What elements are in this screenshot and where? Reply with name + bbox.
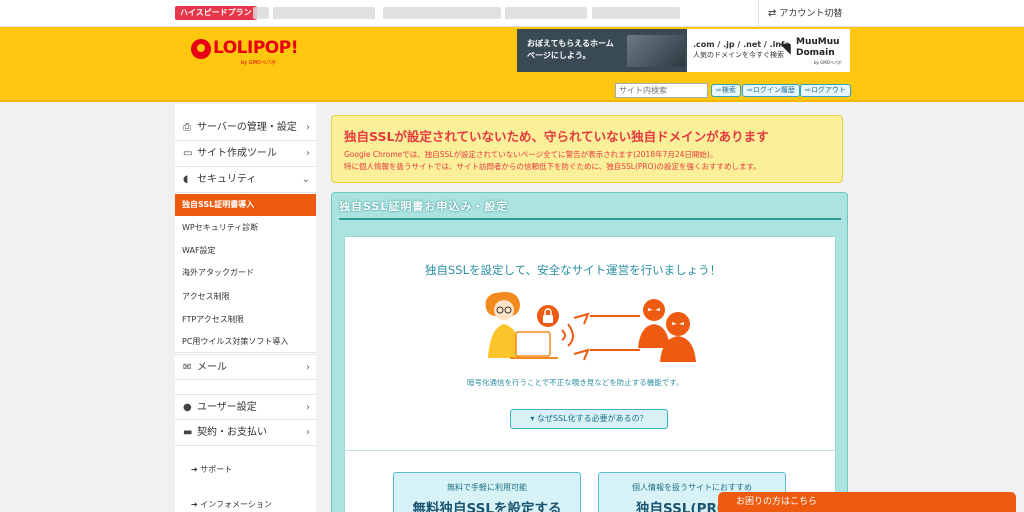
sidebar-item-security[interactable]: ◖ セキュリティ ⌄ bbox=[175, 167, 316, 193]
site-search-input[interactable] bbox=[615, 83, 708, 98]
ssl-intro-heading: 独自SSLを設定して、安全なサイト運営を行いましょう！ bbox=[425, 263, 722, 277]
logout-button[interactable]: ⇨ログアウト bbox=[800, 84, 851, 97]
account-switch-button[interactable]: ⇄ アカウント切替 bbox=[758, 0, 850, 27]
sidebar-link-support[interactable]: ➔ サポート bbox=[175, 455, 316, 485]
sidebar-item-user-settings[interactable]: ● ユーザー設定 › bbox=[175, 394, 316, 420]
masked-text bbox=[592, 7, 680, 19]
sidebar-item-billing[interactable]: ▬ 契約・お支払い › bbox=[175, 420, 316, 446]
muumuu-domain-banner[interactable]: おぼえてもらえるホームページにしよう。 .com / .jp / .net / … bbox=[517, 29, 850, 72]
help-chat-tab[interactable]: お困りの方はこちら bbox=[718, 492, 1016, 512]
sidebar-item-mail[interactable]: ✉ メール › bbox=[175, 354, 316, 380]
masked-text bbox=[273, 7, 375, 19]
sidebar-sub-ftp-limit[interactable]: FTPアクセス制限 bbox=[175, 309, 316, 331]
search-button[interactable]: ⇨検索 bbox=[711, 84, 741, 97]
login-history-button[interactable]: ⇨ログイン履歴 bbox=[742, 84, 800, 97]
chevron-right-icon: › bbox=[306, 362, 310, 373]
plan-badge: ハイスピードプラン bbox=[175, 6, 257, 20]
attackers-icon bbox=[638, 299, 696, 362]
sidebar-item-server-settings[interactable]: ⎙ サーバーの管理・設定 › bbox=[175, 115, 316, 141]
sidebar-sub-wp-security[interactable]: WPセキュリティ診断 bbox=[175, 217, 316, 239]
server-icon: ⎙ bbox=[183, 122, 191, 133]
card-icon: ▬ bbox=[183, 427, 193, 438]
sidebar-sub-attack-guard[interactable]: 海外アタックガード bbox=[175, 262, 316, 284]
site-header bbox=[0, 27, 1024, 102]
panel-divider bbox=[339, 218, 841, 220]
alert-line-2: 特に個人情報を扱うサイトでは、サイト訪問者からの信頼低下を防ぐために、独自SSL… bbox=[344, 162, 761, 171]
shield-icon: ◖ bbox=[183, 174, 189, 185]
masked-text bbox=[383, 7, 501, 19]
chevron-right-icon: › bbox=[306, 427, 310, 438]
blocked-arrows-icon bbox=[573, 312, 640, 361]
sidebar-item-site-tools[interactable]: ▭ サイト作成ツール › bbox=[175, 141, 316, 167]
lock-icon bbox=[537, 305, 559, 327]
alert-title: 独自SSLが設定されていないため、守られていない独自ドメインがあります bbox=[344, 129, 769, 144]
sidebar-sub-access-limit[interactable]: アクセス制限 bbox=[175, 286, 316, 308]
sidebar-sub-waf[interactable]: WAF設定 bbox=[175, 240, 316, 262]
panel-title: 独自SSL証明書お申込み・設定 bbox=[339, 200, 509, 213]
chevron-right-icon: › bbox=[306, 122, 310, 133]
muumuu-logo-icon: ◥ bbox=[780, 41, 791, 57]
masked-text bbox=[253, 7, 269, 19]
ssl-illustration bbox=[485, 292, 696, 362]
mail-icon: ✉ bbox=[183, 362, 192, 373]
chevron-down-icon: ⌄ bbox=[301, 174, 310, 185]
alert-line-1: Google Chromeでは、独自SSLが設定されていないページ全てに警告が表… bbox=[344, 150, 718, 159]
box-divider bbox=[344, 450, 836, 451]
top-bar: ハイスピードプラン ⇄ アカウント切替 bbox=[0, 0, 1024, 27]
sidebar-sub-antivirus[interactable]: PC用ウイルス対策ソフト導入 bbox=[175, 331, 316, 353]
chevron-right-icon: › bbox=[306, 402, 310, 413]
masked-text bbox=[505, 7, 587, 19]
arrow-right-icon: ➔ bbox=[191, 500, 201, 509]
arrow-right-icon: ➔ bbox=[191, 465, 201, 474]
swap-arrows-icon: ⇄ bbox=[768, 8, 777, 19]
why-ssl-toggle-button[interactable]: ▾ なぜSSL化する必要があるの？ bbox=[510, 409, 668, 429]
chevron-right-icon: › bbox=[306, 148, 310, 159]
sidebar: ⎙ サーバーの管理・設定 › ▭ サイト作成ツール › ◖ セキュリティ ⌄ 独自SSL証明… bbox=[175, 104, 316, 512]
logo-mark-icon bbox=[191, 39, 211, 59]
laptop-photo bbox=[627, 35, 685, 67]
sidebar-link-information[interactable]: ➔ インフォメーション bbox=[175, 490, 316, 512]
user-icon: ● bbox=[183, 402, 192, 413]
free-ssl-button[interactable]: 無料で手軽に利用可能 無料独自SSLを設定する bbox=[393, 472, 581, 512]
ssl-intro-description: 暗号化通信を行うことで不正な覗き見などを防止する機能です。 bbox=[467, 378, 684, 387]
sidebar-sub-ssl-cert[interactable]: 独自SSL証明書導入 bbox=[175, 194, 316, 216]
laptop-icon: ▭ bbox=[183, 148, 193, 159]
ssl-warning-alert: 独自SSLが設定されていないため、守られていない独自ドメインがあります Goog… bbox=[331, 115, 843, 183]
